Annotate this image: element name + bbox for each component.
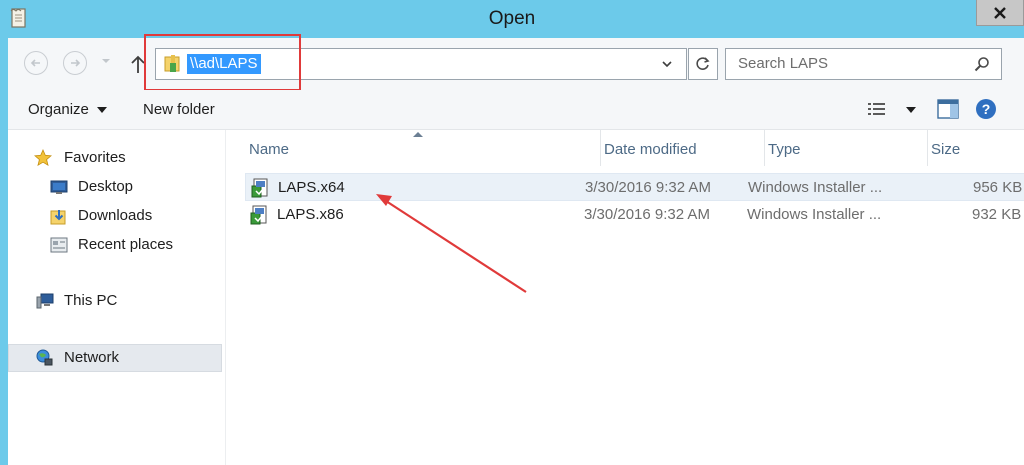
- network-folder-icon: [164, 55, 180, 72]
- file-name: LAPS.x86: [277, 206, 344, 223]
- sidebar-item-label: Desktop: [78, 178, 134, 195]
- column-header-size[interactable]: Size: [928, 130, 1024, 166]
- sidebar-item-label: Recent places: [78, 236, 174, 253]
- window-title: Open: [488, 8, 536, 29]
- msi-installer-icon: [251, 178, 268, 198]
- column-header-label: Name: [249, 141, 290, 158]
- search-box[interactable]: Search LAPS: [725, 48, 1002, 80]
- command-toolbar: Organize New folder ?: [8, 90, 1024, 130]
- up-arrow-icon[interactable]: [128, 52, 148, 76]
- search-input[interactable]: Search LAPS: [738, 55, 828, 72]
- refresh-button[interactable]: [688, 48, 718, 80]
- open-dialog: Open \\ad\LAPS Search LAPS Organize New …: [0, 0, 1024, 465]
- organize-label: Organize: [28, 101, 89, 118]
- new-folder-button[interactable]: New folder: [143, 101, 215, 118]
- help-icon[interactable]: ?: [975, 98, 997, 120]
- recent-locations-icon[interactable]: [100, 55, 112, 67]
- sidebar-item-label: Favorites: [64, 149, 126, 166]
- column-header-name[interactable]: Name: [227, 130, 601, 166]
- star-icon: [34, 149, 52, 167]
- sidebar-item-network[interactable]: Network: [8, 344, 222, 372]
- sidebar-item-this-pc[interactable]: This PC: [8, 287, 222, 315]
- address-path[interactable]: \\ad\LAPS: [187, 54, 261, 74]
- sidebar-item-favorites[interactable]: Favorites: [8, 144, 222, 172]
- downloads-icon: [50, 210, 66, 225]
- recent-places-icon: [50, 237, 68, 253]
- arrow-right-icon: [71, 59, 81, 67]
- msi-installer-icon: [250, 205, 267, 225]
- dialog-body: \\ad\LAPS Search LAPS Organize New folde…: [8, 34, 1024, 465]
- column-header-label: Type: [768, 141, 801, 158]
- sidebar-item-desktop[interactable]: Desktop: [8, 173, 222, 201]
- navigation-bar: \\ad\LAPS Search LAPS: [8, 34, 1024, 91]
- column-header-date[interactable]: Date modified: [601, 130, 765, 166]
- caret-down-icon: [96, 107, 107, 114]
- svg-text:?: ?: [982, 101, 991, 117]
- desktop-icon: [50, 180, 68, 194]
- close-button[interactable]: [976, 0, 1024, 26]
- file-list: Name Date modified Type Size LAPS.x64 3/…: [227, 130, 1024, 465]
- table-row[interactable]: LAPS.x64 3/30/2016 9:32 AM Windows Insta…: [245, 173, 1024, 201]
- details-view-icon[interactable]: [867, 101, 887, 117]
- file-size: 956 KB: [973, 179, 1023, 196]
- search-icon[interactable]: [974, 56, 990, 72]
- file-date: 3/30/2016 9:32 AM: [584, 206, 710, 223]
- column-header-label: Size: [931, 141, 961, 158]
- file-date: 3/30/2016 9:32 AM: [585, 179, 711, 196]
- title-bar: Open: [0, 0, 1024, 38]
- forward-button[interactable]: [63, 51, 87, 75]
- file-type: Windows Installer ...: [747, 206, 882, 223]
- preview-pane-icon[interactable]: [937, 99, 959, 119]
- organize-button[interactable]: Organize: [28, 101, 107, 118]
- navigation-pane: Favorites Desktop Downloads Recent place…: [8, 130, 226, 465]
- sidebar-item-recent-places[interactable]: Recent places: [8, 231, 222, 259]
- sidebar-item-label: Downloads: [78, 207, 153, 224]
- view-options-caret-icon[interactable]: [906, 107, 916, 113]
- back-button[interactable]: [24, 51, 48, 75]
- address-bar[interactable]: \\ad\LAPS: [155, 48, 687, 80]
- table-row[interactable]: LAPS.x86 3/30/2016 9:32 AM Windows Insta…: [245, 201, 1024, 229]
- file-name: LAPS.x64: [278, 179, 345, 196]
- sidebar-item-downloads[interactable]: Downloads: [8, 202, 222, 230]
- sidebar-item-label: Network: [64, 349, 120, 366]
- sidebar-item-label: This PC: [64, 292, 118, 309]
- chevron-down-icon[interactable]: [660, 57, 674, 71]
- column-header-type[interactable]: Type: [765, 130, 928, 166]
- close-icon: [994, 6, 1006, 19]
- sort-ascending-icon: [413, 132, 423, 137]
- column-header-label: Date modified: [604, 141, 697, 158]
- arrow-left-icon: [30, 59, 40, 67]
- refresh-icon: [696, 57, 710, 70]
- file-type: Windows Installer ...: [748, 179, 883, 196]
- network-icon: [36, 349, 53, 366]
- computer-icon: [36, 293, 54, 309]
- file-size: 932 KB: [972, 206, 1022, 223]
